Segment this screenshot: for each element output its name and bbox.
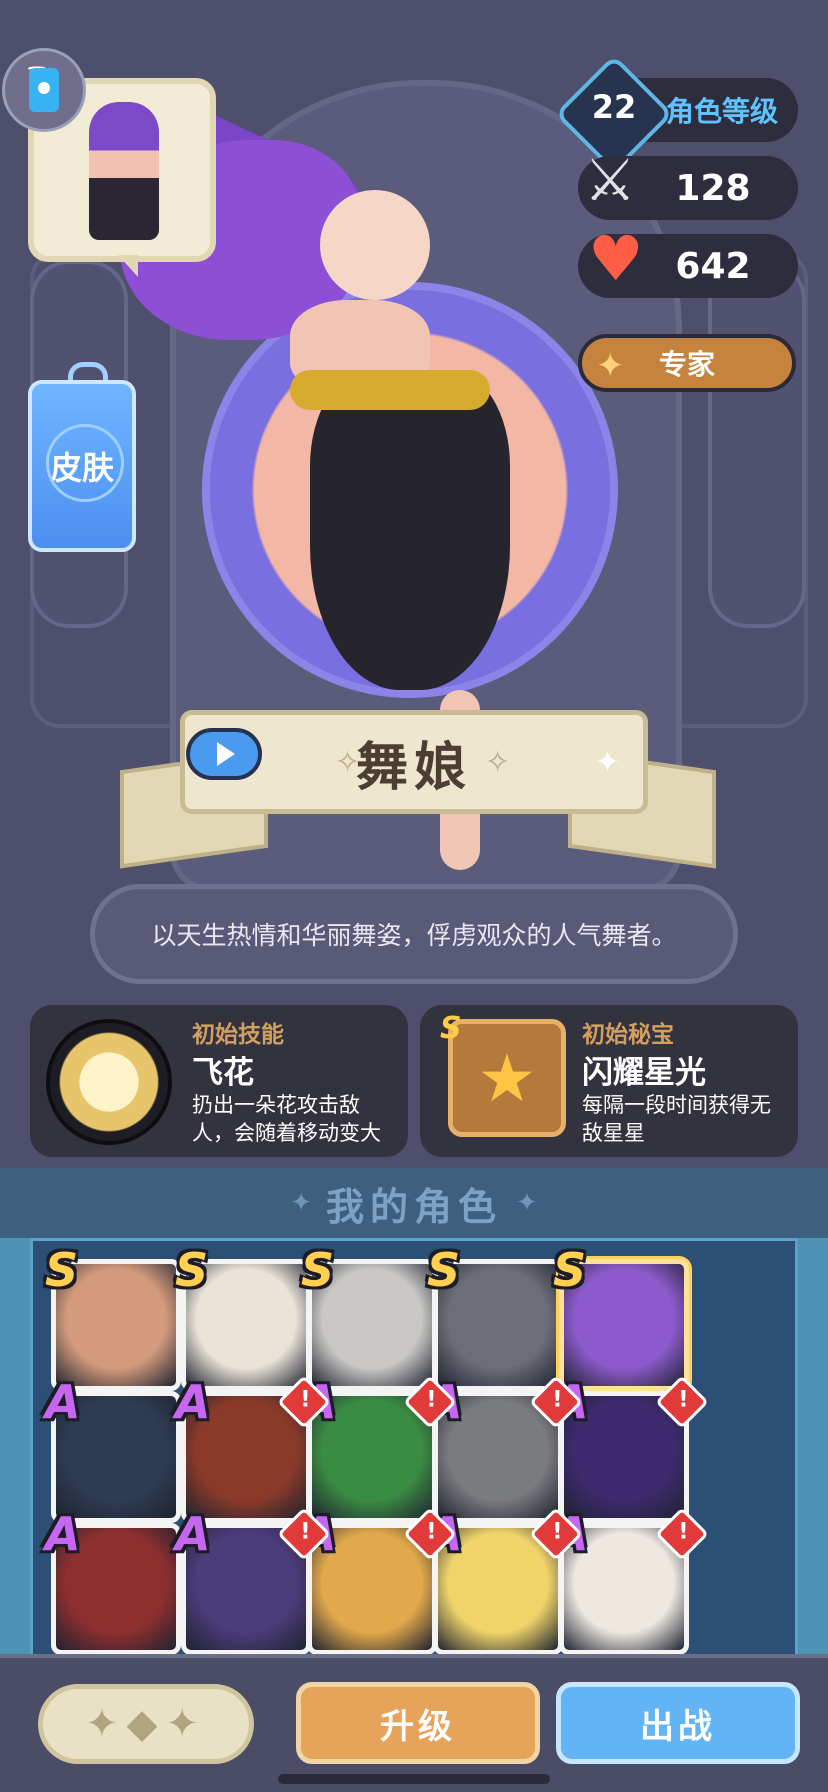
- rank-badge: S: [175, 1243, 209, 1297]
- treasure-name: 闪耀星光: [582, 1055, 706, 1091]
- heart-icon: ♥: [588, 222, 644, 295]
- skill-description: 扔出一朵花攻击敌人，会随着移动变大: [192, 1093, 381, 1145]
- deploy-button[interactable]: 出战: [556, 1682, 800, 1764]
- skin-badge-circle: [46, 424, 124, 502]
- play-icon: [217, 742, 235, 766]
- name-banner: ✧ 舞娘 ✧ ✦: [120, 710, 716, 869]
- sparkle-icon: ✦: [595, 745, 621, 780]
- treasure-description: 每隔一段时间获得无敌星星: [582, 1093, 771, 1145]
- roster-title: 我的角色: [325, 1184, 502, 1229]
- rank-badge: A: [175, 1507, 211, 1561]
- level-stat: 22 角色等级: [554, 54, 798, 174]
- character-belt: [290, 370, 490, 410]
- portrait-speech-tail: [118, 255, 138, 277]
- star-treasure-icon: ★: [448, 1019, 566, 1137]
- ornament-icon: ✧: [485, 745, 511, 780]
- ornament-icon: ✦: [516, 1188, 538, 1218]
- pixel-sprite: [89, 102, 159, 240]
- divider: [0, 1654, 828, 1658]
- class-badge-button[interactable]: ✦ 专家: [578, 334, 796, 392]
- ornament-icon: ✧: [335, 745, 361, 780]
- roster-header: ✦ 我的角色 ✦: [0, 1168, 828, 1238]
- sparkle-icon: ✦: [596, 346, 625, 386]
- level-number: 22: [591, 88, 637, 126]
- star-icon: ★: [477, 1039, 537, 1117]
- character-screen: ᯤ 皮肤 22 角色等级 ⚔ 128 ♥ 642 ✦ 专家 ✧ 舞娘 ✧ ✦: [0, 0, 828, 1792]
- flower-skill-icon: [46, 1019, 172, 1145]
- roster-area[interactable]: SSSSSAA!A!A!A!AA!A!A!A!: [0, 1238, 828, 1654]
- bottom-action-bar: ✦◆✦ 升级 出战: [0, 1654, 828, 1792]
- rank-badge: S: [553, 1243, 587, 1297]
- filter-button[interactable]: ✦◆✦: [38, 1684, 254, 1764]
- rank-badge: S: [427, 1243, 461, 1297]
- rank-badge: A: [45, 1375, 81, 1429]
- level-label: 角色等级: [666, 95, 779, 128]
- health-value: 642: [675, 245, 751, 287]
- filter-ornament-icon: ✦◆✦: [85, 1701, 207, 1747]
- device-button[interactable]: ᯤ: [2, 48, 86, 132]
- home-indicator: [278, 1774, 550, 1784]
- health-stat: ♥ 642: [578, 222, 798, 298]
- skill-name: 飞花: [192, 1055, 254, 1091]
- treasure-rank: S: [440, 1011, 462, 1046]
- upgrade-button-label: 升级: [380, 1706, 456, 1747]
- rank-badge: S: [301, 1243, 335, 1297]
- character-description: 以天生热情和华丽舞姿，俘虏观众的人气舞者。: [90, 884, 738, 984]
- initial-skill-card[interactable]: 初始技能 飞花 扔出一朵花攻击敌人，会随着移动变大: [30, 1005, 408, 1157]
- rank-badge: A: [45, 1507, 81, 1561]
- attack-value: 128: [675, 167, 751, 209]
- skill-label: 初始技能: [192, 1022, 284, 1048]
- character-face: [320, 190, 430, 300]
- attack-stat: ⚔ 128: [578, 146, 798, 220]
- device-icon: [29, 68, 59, 112]
- class-label: 专家: [658, 348, 715, 381]
- character-skirt: [310, 370, 510, 690]
- upgrade-button[interactable]: 升级: [296, 1682, 540, 1764]
- character-name: 舞娘: [355, 737, 472, 798]
- initial-treasure-card[interactable]: ★ S 初始秘宝 闪耀星光 每隔一段时间获得无敌星星: [420, 1005, 798, 1157]
- roster-grid: SSSSSAA!A!A!A!AA!A!A!A!: [30, 1238, 798, 1654]
- skin-button[interactable]: 皮肤: [28, 380, 136, 552]
- rank-badge: S: [45, 1243, 79, 1297]
- rank-badge: A: [175, 1375, 211, 1429]
- description-text: 以天生热情和华丽舞姿，俘虏观众的人气舞者。: [151, 921, 677, 950]
- sword-icon: ⚔: [584, 146, 636, 214]
- ornament-icon: ✦: [290, 1188, 312, 1218]
- voice-play-button[interactable]: [186, 728, 262, 780]
- deploy-button-label: 出战: [640, 1706, 716, 1747]
- treasure-label: 初始秘宝: [582, 1022, 674, 1048]
